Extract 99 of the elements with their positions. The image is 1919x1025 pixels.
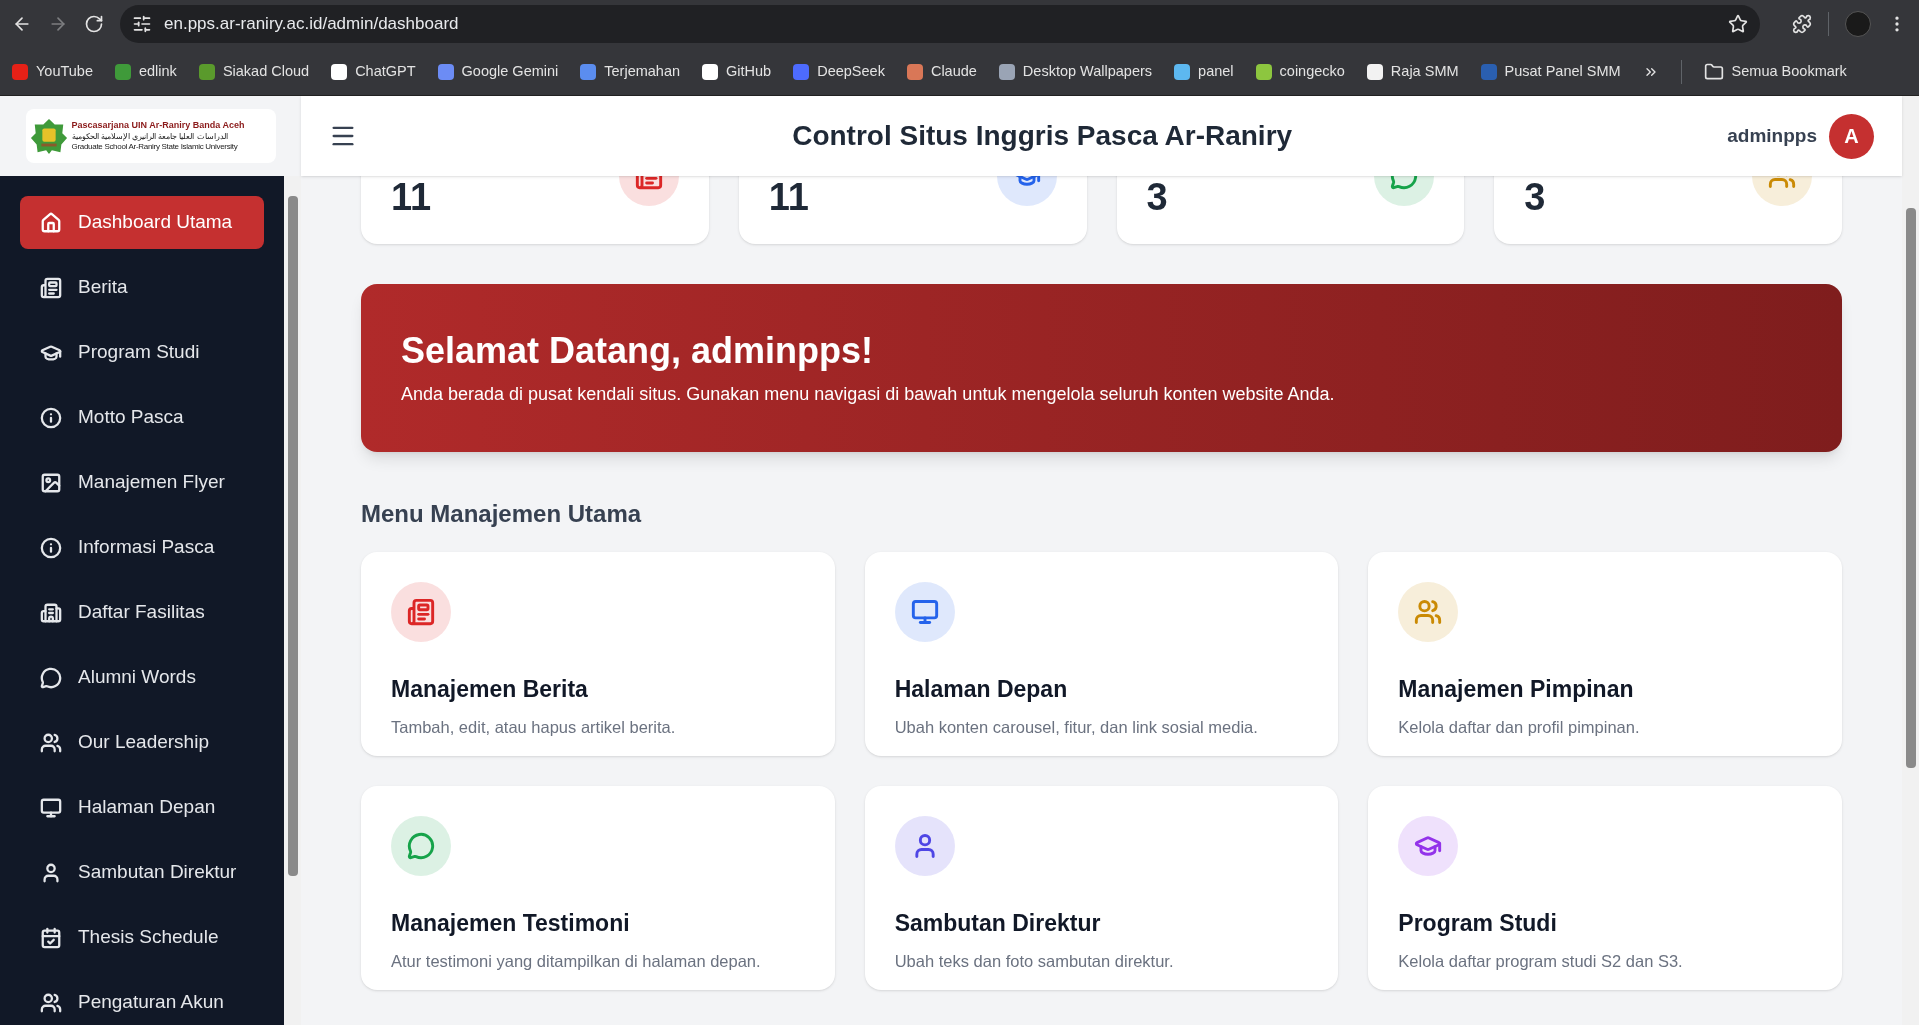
info-icon bbox=[40, 406, 62, 429]
card-description: Ubah konten carousel, fitur, dan link sosial media. bbox=[894, 716, 1259, 738]
sidebar-item[interactable]: Daftar Fasilitas bbox=[20, 586, 264, 639]
card-title: Manajemen Pimpinan bbox=[1398, 675, 1635, 704]
site-icon bbox=[580, 63, 597, 80]
bookmark[interactable]: Terjemahan bbox=[580, 60, 681, 83]
sidebar-item[interactable]: Pengaturan Akun bbox=[20, 976, 264, 1025]
monitor-icon bbox=[40, 796, 62, 819]
card-title: Program Studi bbox=[1398, 909, 1558, 938]
site-icon bbox=[115, 63, 131, 80]
site-icon bbox=[198, 63, 215, 80]
menu-card[interactable]: Manajemen Pimpinan Kelola daftar dan profil pimpinan. bbox=[1368, 552, 1842, 756]
site-icon bbox=[1255, 63, 1272, 80]
bookmark[interactable]: Google Gemini bbox=[437, 60, 559, 83]
site-icon bbox=[12, 63, 28, 80]
site-icon bbox=[1480, 63, 1497, 80]
sidebar-item[interactable]: Berita bbox=[20, 261, 264, 314]
bookmark[interactable]: coingecko bbox=[1255, 60, 1345, 83]
bookmark[interactable]: DeepSeek bbox=[793, 60, 885, 83]
site-settings-icon[interactable] bbox=[132, 14, 152, 34]
chat-bubble-icon bbox=[40, 666, 62, 689]
card-description: Tambah, edit, atau hapus artikel berita. bbox=[391, 716, 677, 738]
sidebar-item[interactable]: Our Leadership bbox=[20, 716, 264, 769]
site-icon bbox=[906, 63, 923, 80]
bookmark[interactable]: panel bbox=[1174, 60, 1234, 83]
card-description: Kelola daftar program studi S2 dan S3. bbox=[1398, 950, 1684, 972]
stat-value: 3 bbox=[1146, 178, 1168, 216]
site-icon bbox=[331, 63, 348, 80]
card-title: Halaman Depan bbox=[894, 675, 1069, 704]
sidebar-item[interactable]: Dashboard Utama bbox=[20, 196, 264, 249]
monitor-icon bbox=[910, 598, 939, 626]
sidebar-item[interactable]: Informasi Pasca bbox=[20, 521, 264, 574]
user-icon bbox=[40, 861, 62, 884]
sidebar-item[interactable]: Alumni Words bbox=[20, 651, 264, 704]
users-icon bbox=[1414, 598, 1443, 626]
card-description: Ubah teks dan foto sambutan direktur. bbox=[894, 950, 1175, 972]
bookmark[interactable]: ChatGPT bbox=[331, 60, 416, 83]
site-icon bbox=[1174, 63, 1191, 80]
menu-card[interactable]: Program Studi Kelola daftar program studi S2 dan S3. bbox=[1368, 786, 1842, 990]
info-icon bbox=[40, 536, 62, 559]
menu-card[interactable]: Sambutan Direktur Ubah teks dan foto sambutan direktur. bbox=[864, 786, 1339, 990]
username: adminpps bbox=[1727, 123, 1817, 148]
section-heading: Menu Manajemen Utama bbox=[361, 499, 643, 529]
card-title: Manajemen Berita bbox=[391, 675, 589, 704]
bookmark[interactable]: edlink bbox=[115, 60, 177, 83]
bookmark[interactable]: Raja SMM bbox=[1366, 60, 1459, 83]
newspaper-icon bbox=[407, 598, 435, 626]
users-icon bbox=[40, 991, 62, 1014]
all-bookmarks[interactable]: Semua Bookmark bbox=[1703, 60, 1847, 83]
stat-value: 11 bbox=[391, 178, 432, 216]
user-avatar[interactable]: A bbox=[1829, 113, 1874, 159]
stat-value: 3 bbox=[1524, 178, 1546, 216]
sidebar-item[interactable]: Motto Pasca bbox=[20, 391, 264, 444]
logo-arabic-text: الدراسات العليا جامعة الرانيري الإسلامية الحكومية bbox=[71, 131, 229, 142]
card-title: Manajemen Testimoni bbox=[391, 909, 631, 938]
bookmark[interactable]: Pusat Panel SMM bbox=[1480, 60, 1621, 83]
url-text: en.pps.ar-raniry.ac.id/admin/dashboard bbox=[164, 13, 460, 36]
extensions-icon[interactable] bbox=[1792, 14, 1812, 34]
site-icon bbox=[793, 63, 810, 80]
sidebar-item[interactable]: Program Studi bbox=[20, 326, 264, 379]
users-icon bbox=[40, 731, 62, 754]
page-title: Control Situs Inggris Pasca Ar-Raniry bbox=[791, 119, 1294, 153]
building-icon bbox=[40, 601, 62, 624]
site-icon bbox=[998, 63, 1015, 80]
newspaper-icon bbox=[40, 276, 62, 299]
bookmark-star-icon[interactable] bbox=[1728, 14, 1748, 34]
welcome-title: Selamat Datang, adminpps! bbox=[401, 329, 875, 373]
sidebar-item[interactable]: Halaman Depan bbox=[20, 781, 264, 834]
address-bar[interactable]: en.pps.ar-raniry.ac.id/admin/dashboard bbox=[120, 5, 1760, 43]
sidebar-item[interactable]: Thesis Schedule bbox=[20, 911, 264, 964]
card-description: Kelola daftar dan profil pimpinan. bbox=[1398, 716, 1641, 738]
site-icon bbox=[702, 63, 719, 80]
sidebar-item[interactable]: Manajemen Flyer bbox=[20, 456, 264, 509]
menu-card[interactable]: Manajemen Berita Tambah, edit, atau hapus artikel berita. bbox=[361, 552, 835, 756]
menu-card[interactable]: Halaman Depan Ubah konten carousel, fitur, dan link sosial media. bbox=[864, 552, 1339, 756]
card-title: Sambutan Direktur bbox=[894, 909, 1102, 938]
site-icon bbox=[1366, 63, 1383, 80]
bookmark[interactable]: GitHub bbox=[702, 60, 772, 83]
welcome-text: Anda berada di pusat kendali situs. Gunakan menu navigasi di bawah untuk mengelola seluruh konten website Anda. bbox=[401, 383, 1336, 406]
bookmark[interactable]: Desktop Wallpapers bbox=[998, 60, 1153, 83]
scrollbar[interactable] bbox=[284, 176, 301, 1025]
image-icon bbox=[40, 471, 62, 494]
calendar-icon bbox=[40, 926, 62, 949]
chat-bubble-icon bbox=[407, 832, 435, 860]
stat-value: 11 bbox=[768, 178, 809, 216]
site-icon bbox=[437, 63, 454, 80]
logo-title: Pascasarjana UIN Ar-Raniry Banda Aceh bbox=[71, 120, 245, 132]
menu-card[interactable]: Manajemen Testimoni Atur testimoni yang ditampilkan di halaman depan. bbox=[361, 786, 835, 990]
bookmark[interactable]: YouTube bbox=[12, 60, 93, 83]
reload-icon[interactable] bbox=[84, 14, 104, 34]
card-description: Atur testimoni yang ditampilkan di halaman depan. bbox=[391, 950, 762, 972]
logo-subtitle: Graduate School Ar-Raniry State Islamic University bbox=[71, 141, 239, 152]
sidebar-item[interactable]: Sambutan Direktur bbox=[20, 846, 264, 899]
bookmark[interactable]: Siakad Cloud bbox=[198, 60, 310, 83]
page-scrollbar[interactable] bbox=[1902, 96, 1919, 1025]
emblem-icon bbox=[29, 117, 68, 155]
home-icon bbox=[40, 211, 62, 234]
bookmark[interactable]: Claude bbox=[906, 60, 977, 83]
folder-icon bbox=[1703, 61, 1724, 82]
